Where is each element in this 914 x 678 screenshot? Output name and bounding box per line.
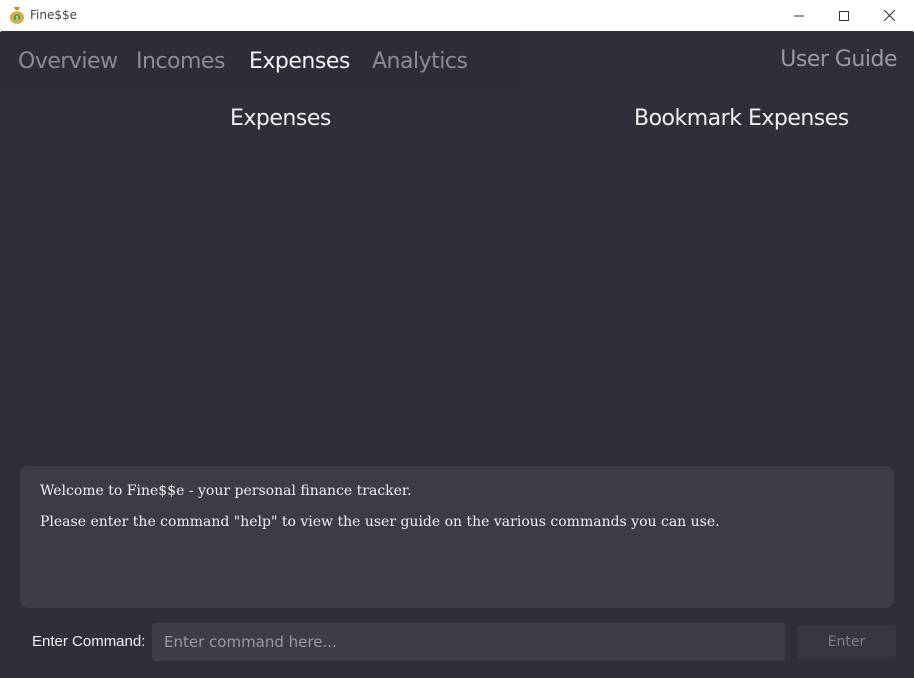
user-guide-link[interactable]: User Guide: [780, 47, 897, 72]
window-titlebar: $ Fine$$e: [0, 0, 914, 32]
command-label: Enter Command:: [32, 633, 146, 650]
bookmark-expenses-list[interactable]: [471, 139, 897, 459]
enter-button[interactable]: Enter: [797, 625, 896, 659]
app-body: Overview Incomes Expenses Analytics User…: [1, 31, 913, 677]
expenses-list[interactable]: [17, 139, 457, 459]
close-icon: [883, 10, 895, 21]
tab-expenses[interactable]: Expenses: [249, 49, 350, 74]
result-display: Welcome to Fine$$e - your personal finan…: [20, 466, 894, 608]
money-bag-icon: $: [9, 6, 25, 24]
expenses-panel-title: Expenses: [230, 106, 331, 131]
window-title: Fine$$e: [30, 8, 78, 22]
minimize-button[interactable]: [776, 0, 822, 31]
tab-overview[interactable]: Overview: [18, 49, 118, 74]
command-input[interactable]: [152, 623, 785, 661]
tab-analytics[interactable]: Analytics: [372, 49, 468, 74]
tab-bar: Overview Incomes Expenses Analytics: [1, 31, 521, 95]
maximize-icon: [839, 10, 849, 21]
close-button[interactable]: [866, 0, 912, 31]
bookmark-expenses-panel-title: Bookmark Expenses: [634, 106, 849, 131]
minimize-icon: [794, 15, 804, 16]
svg-text:$: $: [15, 15, 19, 22]
result-help-text: Please enter the command "help" to view …: [40, 514, 720, 530]
maximize-button[interactable]: [821, 0, 867, 31]
result-welcome-text: Welcome to Fine$$e - your personal finan…: [40, 483, 412, 499]
tab-incomes[interactable]: Incomes: [136, 49, 225, 74]
